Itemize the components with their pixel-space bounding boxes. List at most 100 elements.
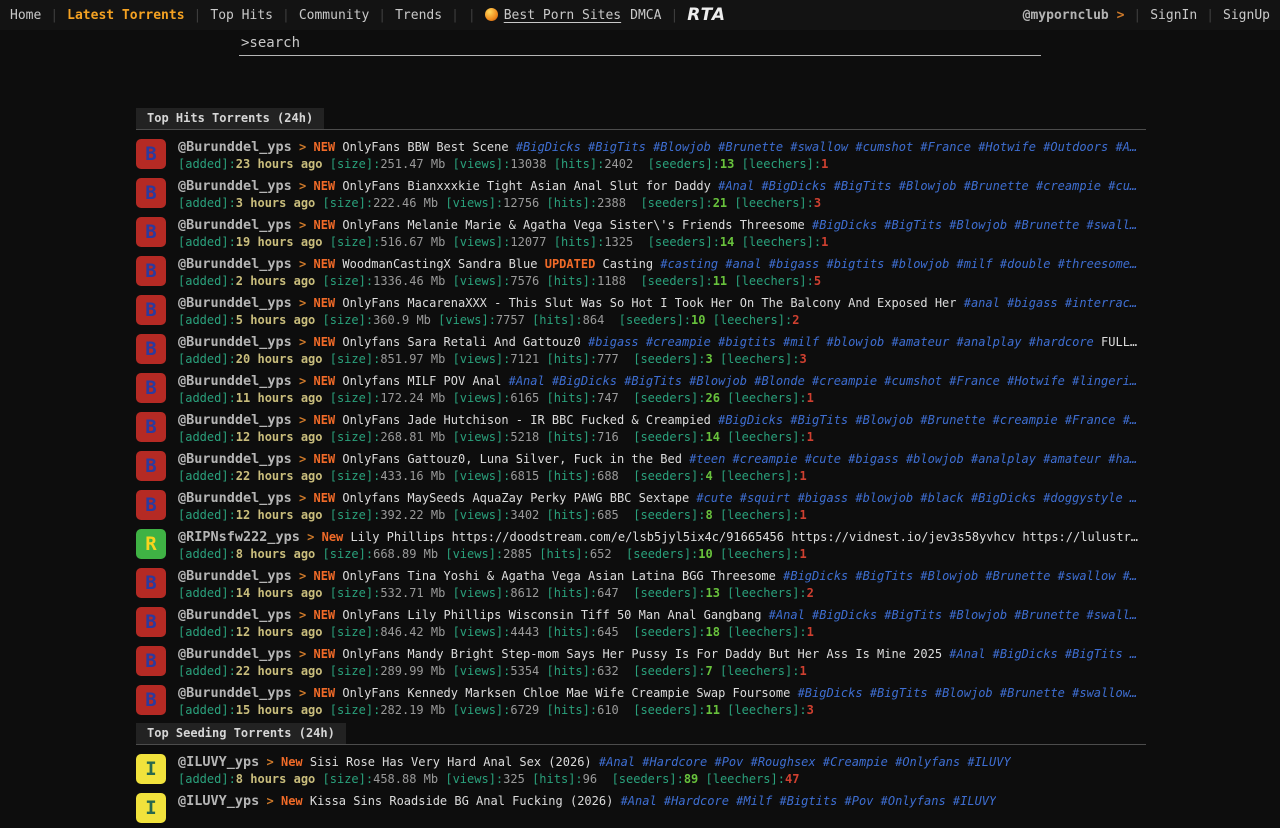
user-avatar[interactable]: B: [136, 373, 166, 403]
nav-best-porn-sites[interactable]: Best Porn Sites: [485, 8, 621, 23]
torrent-row[interactable]: B@Burunddel_yps > NEW OnlyFans Jade Hutc…: [136, 408, 1146, 447]
torrent-title[interactable]: OnlyFans Melanie Marie & Agatha Vega Sis…: [342, 218, 804, 232]
torrent-title[interactable]: Kissa Sins Roadside BG Anal Fucking (202…: [310, 794, 613, 808]
torrent-row[interactable]: B@Burunddel_yps > NEW OnlyFans Gattouz0,…: [136, 447, 1146, 486]
tag-links[interactable]: #BigDicks #BigTits #Blowjob #Brunette #s…: [516, 140, 1137, 154]
torrent-row[interactable]: B@Burunddel_yps > NEW Onlyfans MaySeeds …: [136, 486, 1146, 525]
torrent-title[interactable]: FULL…: [1101, 335, 1137, 349]
user-avatar[interactable]: B: [136, 217, 166, 247]
nav-home[interactable]: Home: [10, 8, 41, 23]
tag-links[interactable]: #Anal #BigDicks #BigTits #Blowjob #Blond…: [509, 374, 1138, 388]
torrent-title[interactable]: OnlyFans BBW Best Scene: [342, 140, 508, 154]
tag-links[interactable]: #BigDicks #BigTits #Blowjob #Brunette #s…: [783, 569, 1137, 583]
search-input[interactable]: >search: [239, 32, 1041, 56]
torrent-uploader[interactable]: @Burunddel_yps: [178, 451, 292, 467]
torrent-uploader[interactable]: @Burunddel_yps: [178, 217, 292, 233]
torrent-row[interactable]: B@Burunddel_yps > NEW WoodmanCastingX Sa…: [136, 252, 1146, 291]
user-avatar[interactable]: B: [136, 646, 166, 676]
user-avatar[interactable]: B: [136, 451, 166, 481]
torrent-uploader[interactable]: @ILUVY_yps: [178, 793, 259, 809]
nav-trends[interactable]: Trends: [395, 8, 442, 23]
torrent-uploader[interactable]: @Burunddel_yps: [178, 568, 292, 584]
torrent-title[interactable]: WoodmanCastingX Sandra Blue: [342, 257, 537, 271]
torrent-title[interactable]: Lily Phillips https://doodstream.com/e/l…: [351, 530, 1138, 544]
tag-links[interactable]: #anal #bigass #interrac…: [964, 296, 1137, 310]
torrent-row[interactable]: B@Burunddel_yps > NEW OnlyFans Mandy Bri…: [136, 642, 1146, 681]
signin-link[interactable]: SignIn: [1150, 8, 1197, 23]
torrent-row[interactable]: R@RIPNsfw222_yps > New Lily Phillips htt…: [136, 525, 1146, 564]
torrent-uploader[interactable]: @ILUVY_yps: [178, 754, 259, 770]
torrent-uploader[interactable]: @Burunddel_yps: [178, 607, 292, 623]
user-avatar[interactable]: B: [136, 178, 166, 208]
torrent-row[interactable]: B@Burunddel_yps > NEW OnlyFans BBW Best …: [136, 135, 1146, 174]
user-avatar[interactable]: I: [136, 793, 166, 823]
user-avatar[interactable]: B: [136, 139, 166, 169]
user-avatar[interactable]: B: [136, 256, 166, 286]
torrent-title[interactable]: OnlyFans Mandy Bright Step-mom Says Her …: [342, 647, 942, 661]
user-avatar[interactable]: B: [136, 412, 166, 442]
torrent-row[interactable]: I@ILUVY_yps > New Sisi Rose Has Very Har…: [136, 750, 1146, 789]
user-avatar[interactable]: B: [136, 607, 166, 637]
tag-links[interactable]: #Anal #Hardcore #Milf #Bigtits #Pov #Onl…: [621, 794, 997, 808]
torrent-title[interactable]: Onlyfans MILF POV Anal: [342, 374, 501, 388]
torrent-title[interactable]: OnlyFans Tina Yoshi & Agatha Vega Asian …: [342, 569, 775, 583]
torrent-uploader[interactable]: @Burunddel_yps: [178, 334, 292, 350]
torrent-row[interactable]: B@Burunddel_yps > NEW OnlyFans Lily Phil…: [136, 603, 1146, 642]
torrent-uploader[interactable]: @Burunddel_yps: [178, 373, 292, 389]
user-avatar[interactable]: R: [136, 529, 166, 559]
user-avatar[interactable]: B: [136, 490, 166, 520]
torrent-uploader[interactable]: @Burunddel_yps: [178, 139, 292, 155]
torrent-title[interactable]: OnlyFans Jade Hutchison - IR BBC Fucked …: [342, 413, 710, 427]
torrent-uploader[interactable]: @Burunddel_yps: [178, 685, 292, 701]
rta-logo[interactable]: RTA: [687, 5, 726, 25]
tag-links[interactable]: #cute #squirt #bigass #blowjob #black #B…: [696, 491, 1137, 505]
tag-links[interactable]: #Anal #BigDicks #BigTits #Blowjob #Brune…: [718, 179, 1137, 193]
torrent-row[interactable]: B@Burunddel_yps > NEW OnlyFans Bianxxxki…: [136, 174, 1146, 213]
account-menu[interactable]: @mypornclub >: [1023, 8, 1125, 23]
torrent-uploader[interactable]: @Burunddel_yps: [178, 295, 292, 311]
torrent-row[interactable]: B@Burunddel_yps > NEW OnlyFans Kennedy M…: [136, 681, 1146, 720]
torrent-title[interactable]: OnlyFans MacarenaXXX - This Slut Was So …: [342, 296, 956, 310]
tag-links[interactable]: #Anal #BigDicks #BigTits …: [949, 647, 1137, 661]
user-avatar[interactable]: B: [136, 568, 166, 598]
user-avatar[interactable]: B: [136, 295, 166, 325]
tag-links[interactable]: #BigDicks #BigTits #Blowjob #Brunette #c…: [718, 413, 1137, 427]
torrent-row[interactable]: B@Burunddel_yps > NEW Onlyfans Sara Reta…: [136, 330, 1146, 369]
signup-link[interactable]: SignUp: [1223, 8, 1270, 23]
nav-dmca[interactable]: DMCA: [630, 8, 661, 23]
torrent-row[interactable]: I@ILUVY_yps > New Kissa Sins Roadside BG…: [136, 789, 1146, 828]
torrent-title[interactable]: Sisi Rose Has Very Hard Anal Sex (2026): [310, 755, 592, 769]
torrent-title[interactable]: OnlyFans Bianxxxkie Tight Asian Anal Slu…: [342, 179, 710, 193]
torrent-uploader[interactable]: @Burunddel_yps: [178, 256, 292, 272]
user-avatar[interactable]: B: [136, 334, 166, 364]
tag-links[interactable]: #BigDicks #BigTits #Blowjob #Brunette #s…: [812, 218, 1137, 232]
size-value: 282.19 Mb: [380, 703, 445, 717]
torrent-title[interactable]: Casting: [603, 257, 654, 271]
user-avatar[interactable]: B: [136, 685, 166, 715]
tag-links[interactable]: #teen #creampie #cute #bigass #blowjob #…: [689, 452, 1137, 466]
torrent-uploader[interactable]: @Burunddel_yps: [178, 412, 292, 428]
nav-latest-torrents[interactable]: Latest Torrents: [67, 8, 184, 23]
nav-community[interactable]: Community: [299, 8, 369, 23]
tag-links[interactable]: #BigDicks #BigTits #Blowjob #Brunette #s…: [798, 686, 1138, 700]
tag-links[interactable]: #casting #anal #bigass #bigtits #blowjob…: [660, 257, 1137, 271]
tag-links[interactable]: #bigass #creampie #bigtits #milf #blowjo…: [588, 335, 1094, 349]
nav-separator: |: [282, 8, 290, 23]
torrent-row[interactable]: B@Burunddel_yps > NEW OnlyFans Tina Yosh…: [136, 564, 1146, 603]
torrent-uploader[interactable]: @Burunddel_yps: [178, 646, 292, 662]
torrent-uploader[interactable]: @Burunddel_yps: [178, 490, 292, 506]
torrent-title[interactable]: OnlyFans Gattouz0, Luna Silver, Fuck in …: [342, 452, 682, 466]
torrent-title[interactable]: Onlyfans Sara Retali And Gattouz0: [342, 335, 580, 349]
torrent-row[interactable]: B@Burunddel_yps > NEW OnlyFans Melanie M…: [136, 213, 1146, 252]
tag-links[interactable]: #Anal #Hardcore #Pov #Roughsex #Creampie…: [599, 755, 1011, 769]
tag-links[interactable]: #Anal #BigDicks #BigTits #Blowjob #Brune…: [769, 608, 1137, 622]
torrent-title[interactable]: OnlyFans Kennedy Marksen Chloe Mae Wife …: [342, 686, 790, 700]
torrent-uploader[interactable]: @Burunddel_yps: [178, 178, 292, 194]
torrent-title[interactable]: Onlyfans MaySeeds AquaZay Perky PAWG BBC…: [342, 491, 689, 505]
torrent-uploader[interactable]: @RIPNsfw222_yps: [178, 529, 300, 545]
torrent-title[interactable]: OnlyFans Lily Phillips Wisconsin Tiff 50…: [342, 608, 761, 622]
user-avatar[interactable]: I: [136, 754, 166, 784]
nav-top-hits[interactable]: Top Hits: [210, 8, 273, 23]
torrent-row[interactable]: B@Burunddel_yps > NEW Onlyfans MILF POV …: [136, 369, 1146, 408]
torrent-row[interactable]: B@Burunddel_yps > NEW OnlyFans MacarenaX…: [136, 291, 1146, 330]
